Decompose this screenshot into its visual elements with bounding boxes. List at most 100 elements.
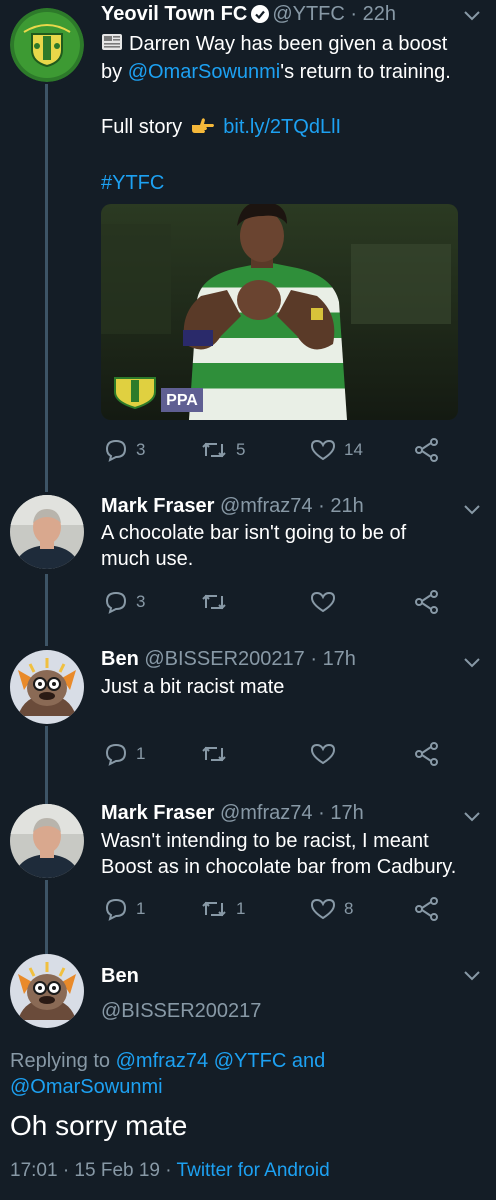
like-count: 8: [344, 899, 354, 918]
user-handle[interactable]: @BISSER200217: [101, 1000, 261, 1022]
tweet-time[interactable]: 17h: [330, 802, 363, 824]
tweet-text-line: Boost as in chocolate bar from Cadbury.: [101, 856, 457, 878]
like-button[interactable]: 8: [310, 897, 353, 921]
focused-display-name[interactable]: Ben: [101, 964, 139, 988]
mention-link[interactable]: @OmarSowunmi: [128, 61, 281, 83]
tweet-media-image[interactable]: PPA: [101, 204, 458, 420]
retweet-button[interactable]: 1: [200, 897, 245, 921]
reply-count: 3: [136, 440, 146, 459]
tweet-timestamp: 17:01 · 15 Feb 19 ·: [10, 1160, 172, 1181]
chevron-down-icon[interactable]: [464, 8, 480, 26]
verified-badge-icon: [251, 5, 270, 29]
chevron-down-icon[interactable]: [464, 968, 480, 986]
reply-icon: [105, 898, 127, 921]
avatar[interactable]: [10, 495, 84, 569]
tweet-time[interactable]: 22h: [363, 3, 396, 25]
display-name[interactable]: Yeovil Town FC: [101, 3, 247, 25]
share-button[interactable]: [414, 742, 440, 766]
separator-dot: ·: [350, 3, 358, 25]
heart-icon: [310, 743, 336, 765]
short-url-link[interactable]: bit.ly/2TQdLlI: [223, 116, 341, 138]
tweet-metadata: 17:01 · 15 Feb 19 · Twitter for Android: [10, 1160, 330, 1182]
tweet-source-link[interactable]: Twitter for Android: [177, 1160, 330, 1181]
reply-button[interactable]: 3: [104, 438, 145, 462]
thread-line: [45, 84, 48, 492]
chevron-down-icon[interactable]: [464, 809, 480, 827]
pointing-hand-emoji-icon: [190, 116, 216, 143]
user-handle[interactable]: @mfraz74: [220, 495, 313, 517]
retweet-icon: [202, 594, 226, 610]
hashtag-line: #YTFC: [101, 170, 164, 196]
tweet-text-fragment: 's return to training.: [280, 61, 451, 83]
tweet-actions: 1 1 8: [104, 897, 444, 923]
reply-button[interactable]: 1: [104, 897, 145, 921]
avatar[interactable]: [10, 954, 84, 1028]
user-handle[interactable]: @YTFC: [272, 3, 345, 25]
full-story-label: Full story: [101, 116, 183, 138]
separator-dot: ·: [318, 802, 325, 824]
tweet-actions: 3 5 14: [104, 438, 444, 464]
user-handle[interactable]: @BISSER200217: [144, 648, 304, 670]
reply-button[interactable]: 3: [104, 590, 145, 614]
avatar[interactable]: [10, 8, 84, 82]
full-story-line: Full story bit.ly/2TQdLlI: [101, 114, 341, 143]
newspaper-emoji-icon: [101, 32, 123, 59]
display-name[interactable]: Ben: [101, 965, 139, 987]
tweet-text: Darren Way has been given a boost by @Om…: [101, 31, 481, 85]
share-button[interactable]: [414, 897, 440, 921]
chevron-down-icon[interactable]: [464, 502, 480, 520]
avatar[interactable]: [10, 650, 84, 724]
focused-handle[interactable]: @BISSER200217: [101, 999, 261, 1023]
share-button[interactable]: [414, 590, 440, 614]
like-button[interactable]: [310, 742, 344, 766]
separator-dot: ·: [318, 495, 325, 517]
user-handle[interactable]: @mfraz74: [220, 802, 313, 824]
tweet-text-line: Darren Way has been given a boost: [129, 33, 448, 55]
mention-link[interactable]: @YTFC: [214, 1050, 287, 1072]
retweet-icon: [202, 746, 226, 762]
share-icon: [415, 438, 438, 462]
tweet-actions: 3: [104, 590, 444, 616]
tweet-time[interactable]: 21h: [330, 495, 363, 517]
tweet-header: Ben @BISSER200217 · 17h: [101, 647, 356, 671]
share-button[interactable]: [414, 438, 440, 462]
reply-button[interactable]: 1: [104, 742, 145, 766]
media-badge: PPA: [166, 392, 198, 409]
display-name[interactable]: Mark Fraser: [101, 802, 214, 824]
hashtag-link[interactable]: #YTFC: [101, 172, 164, 194]
retweet-icon: [202, 901, 226, 917]
tweet-text-line: much use.: [101, 548, 194, 570]
retweet-button[interactable]: 5: [200, 438, 245, 462]
retweet-count: 1: [236, 899, 246, 918]
mention-link[interactable]: @OmarSowunmi: [10, 1076, 163, 1098]
reply-icon: [105, 439, 127, 462]
chevron-down-icon[interactable]: [464, 655, 480, 673]
retweet-button[interactable]: [200, 590, 236, 614]
tweet-text-fragment: by: [101, 61, 128, 83]
retweet-button[interactable]: [200, 742, 236, 766]
mention-link[interactable]: @mfraz74: [116, 1050, 209, 1072]
focused-tweet-text: Oh sorry mate: [10, 1110, 188, 1141]
like-button[interactable]: [310, 590, 344, 614]
separator-dot: ·: [310, 648, 317, 670]
tweet-text-line: A chocolate bar isn't going to be of: [101, 522, 407, 544]
avatar[interactable]: [10, 804, 84, 878]
tweet-text: Just a bit racist mate: [101, 674, 481, 700]
heart-icon: [310, 439, 336, 461]
replying-to: Replying to @mfraz74 @YTFC and @OmarSowu…: [10, 1048, 325, 1100]
reply-icon: [105, 743, 127, 766]
tweet-header: Mark Fraser @mfraz74 · 21h: [101, 494, 364, 518]
display-name[interactable]: Mark Fraser: [101, 495, 214, 517]
tweet-header: Mark Fraser @mfraz74 · 17h: [101, 801, 364, 825]
display-name[interactable]: Ben: [101, 648, 139, 670]
tweet-text: A chocolate bar isn't going to be of muc…: [101, 520, 481, 572]
replying-and: and: [291, 1050, 326, 1072]
tweet-time[interactable]: 17h: [323, 648, 356, 670]
tweet-header: Yeovil Town FC @YTFC · 22h: [101, 2, 396, 29]
thread-line: [45, 574, 48, 646]
tweet-text-line: Wasn't intending to be racist, I meant: [101, 830, 429, 852]
tweet-actions: 1: [104, 742, 444, 768]
thread-line: [45, 880, 48, 954]
like-count: 14: [344, 440, 363, 459]
like-button[interactable]: 14: [310, 438, 363, 462]
